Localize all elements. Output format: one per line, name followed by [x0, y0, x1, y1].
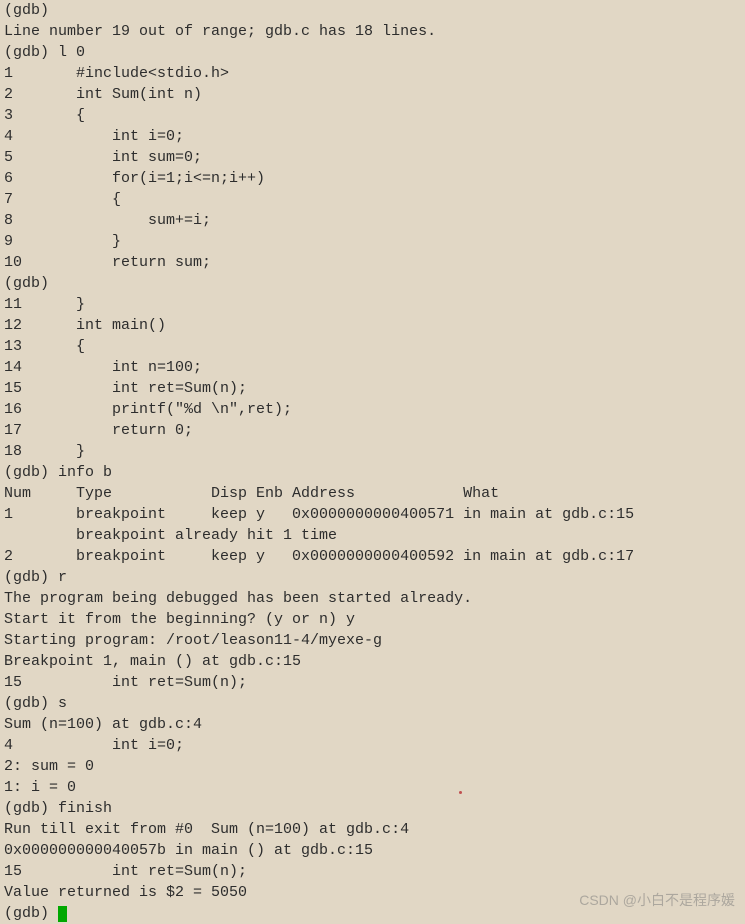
- terminal-line: 6 for(i=1;i<=n;i++): [4, 168, 741, 189]
- terminal-line: 4 int i=0;: [4, 126, 741, 147]
- red-dot-marker: [459, 791, 462, 794]
- terminal-line: 15 int ret=Sum(n);: [4, 672, 741, 693]
- terminal-line: 2: sum = 0: [4, 756, 741, 777]
- terminal-line: 12 int main(): [4, 315, 741, 336]
- terminal-line: Run till exit from #0 Sum (n=100) at gdb…: [4, 819, 741, 840]
- terminal-line: 11 }: [4, 294, 741, 315]
- terminal-line: (gdb): [4, 273, 741, 294]
- terminal-line: 4 int i=0;: [4, 735, 741, 756]
- terminal-line: 1 #include<stdio.h>: [4, 63, 741, 84]
- terminal-line: 14 int n=100;: [4, 357, 741, 378]
- terminal-line: 15 int ret=Sum(n);: [4, 378, 741, 399]
- terminal-line: 2 breakpoint keep y 0x0000000000400592 i…: [4, 546, 741, 567]
- terminal-line: Num Type Disp Enb Address What: [4, 483, 741, 504]
- terminal-line: Starting program: /root/leason11-4/myexe…: [4, 630, 741, 651]
- terminal-line: The program being debugged has been star…: [4, 588, 741, 609]
- terminal-line: 7 {: [4, 189, 741, 210]
- terminal-line: 15 int ret=Sum(n);: [4, 861, 741, 882]
- terminal-line: Breakpoint 1, main () at gdb.c:15: [4, 651, 741, 672]
- terminal-line: 16 printf("%d \n",ret);: [4, 399, 741, 420]
- terminal-output[interactable]: (gdb)Line number 19 out of range; gdb.c …: [0, 0, 745, 924]
- terminal-line: 2 int Sum(int n): [4, 84, 741, 105]
- terminal-line: 8 sum+=i;: [4, 210, 741, 231]
- terminal-line: 10 return sum;: [4, 252, 741, 273]
- terminal-line: 1 breakpoint keep y 0x0000000000400571 i…: [4, 504, 741, 525]
- cursor-block: [58, 906, 67, 922]
- terminal-line: (gdb): [4, 0, 741, 21]
- terminal-line: 5 int sum=0;: [4, 147, 741, 168]
- terminal-line: (gdb) r: [4, 567, 741, 588]
- terminal-line: Start it from the beginning? (y or n) y: [4, 609, 741, 630]
- terminal-line: (gdb) l 0: [4, 42, 741, 63]
- terminal-line: (gdb) info b: [4, 462, 741, 483]
- terminal-line: (gdb) finish: [4, 798, 741, 819]
- terminal-line: 13 {: [4, 336, 741, 357]
- terminal-line: (gdb) s: [4, 693, 741, 714]
- terminal-line: 3 {: [4, 105, 741, 126]
- terminal-line: 1: i = 0: [4, 777, 741, 798]
- terminal-line: 9 }: [4, 231, 741, 252]
- terminal-line: breakpoint already hit 1 time: [4, 525, 741, 546]
- terminal-line: 17 return 0;: [4, 420, 741, 441]
- terminal-line: 0x000000000040057b in main () at gdb.c:1…: [4, 840, 741, 861]
- terminal-line: Line number 19 out of range; gdb.c has 1…: [4, 21, 741, 42]
- terminal-line: Sum (n=100) at gdb.c:4: [4, 714, 741, 735]
- terminal-line: 18 }: [4, 441, 741, 462]
- watermark-text: CSDN @小白不是程序媛: [579, 891, 735, 911]
